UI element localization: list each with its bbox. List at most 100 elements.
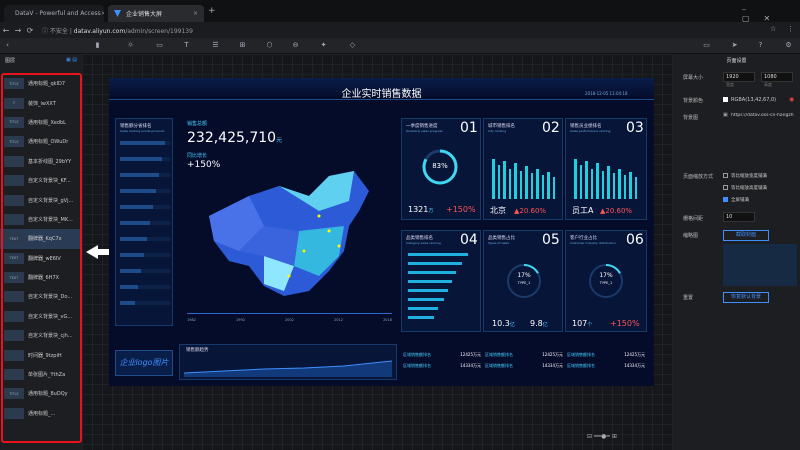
quarter-unit: 万 [428, 208, 434, 214]
reset-bg-button[interactable]: 恢复默认背景 [723, 292, 769, 303]
bar [601, 171, 604, 199]
color-picker-icon[interactable]: ◉ [789, 96, 794, 103]
timeline-label: 2018 [383, 318, 392, 322]
text-icon[interactable]: T [182, 41, 191, 50]
bar [612, 173, 615, 199]
star-icon[interactable]: ☆ [770, 25, 776, 33]
province-row [120, 141, 170, 145]
layer-view-icons[interactable]: ▣ ▤ [66, 57, 77, 63]
share-value-2: 9.8 [530, 319, 543, 328]
region-label: 区域销售额排名 [567, 352, 595, 357]
browser-tab[interactable]: DataV - Powerful and Access × [4, 5, 104, 22]
industry-unit: 个 [587, 322, 593, 328]
minus-circle-icon[interactable]: ⊖ [291, 41, 300, 50]
total-value: 232,425,710元 [187, 130, 282, 146]
industry-value: 107 [572, 319, 588, 328]
wand-icon[interactable]: ✦ [319, 41, 328, 50]
width-input[interactable]: 1920 [723, 72, 755, 82]
cube-icon[interactable]: ⬡ [265, 41, 274, 50]
menu-icon[interactable]: ⋮ [787, 25, 794, 33]
media-icon[interactable]: ▭ [155, 41, 164, 50]
datetime: 2018-12-05 11:04:18 [585, 91, 628, 96]
help-icon[interactable]: ? [756, 41, 765, 50]
back-icon[interactable]: ← [0, 26, 12, 35]
region-row: 区域销售额排名 14334万元 [403, 363, 481, 369]
category-share-card: 品类销售占比 Types of sales 05 17% TYPE_1 10.3… [483, 230, 563, 332]
thumbnail-preview [723, 244, 797, 286]
share-unit-2: 亿 [542, 322, 548, 328]
province-row [120, 157, 170, 161]
reset-label: 重置 [683, 295, 694, 301]
bar [519, 171, 522, 199]
browser-tab-active[interactable]: 企业销售大屏 × [108, 5, 204, 22]
region-label: 区域销售额排名 [403, 352, 431, 357]
scale-checkbox-1[interactable] [723, 173, 728, 178]
bar [590, 169, 593, 199]
trend-card: 销售额趋势 [179, 344, 397, 380]
quarter-value: 1321 [408, 205, 429, 214]
url-path: /admin/screen/199139 [125, 27, 193, 35]
bar [607, 166, 610, 199]
salesperson-growth-value: 20.60% [605, 207, 633, 215]
category-bar [408, 271, 456, 274]
settings-icon[interactable]: ⚙ [784, 41, 793, 50]
region-value: 14334万元 [624, 363, 645, 368]
card-number: 06 [626, 232, 644, 248]
timeline-axis [187, 313, 392, 314]
bottom-rows: 区域销售额排名 12425万元 区域销售额排名 12425万元 区域销售额排名 12425… [403, 352, 648, 376]
card-subtitle: Sales performance ranking [570, 129, 611, 133]
color-swatch[interactable] [723, 97, 728, 102]
bg-image-url[interactable]: https://datav.oss-cn-hangzh [731, 113, 797, 118]
chart-icon[interactable]: ▮ [93, 41, 102, 50]
scale-checkbox-2[interactable] [723, 185, 728, 190]
industry-share-card: 客户行业占比 Customer industry distribution 06… [565, 230, 647, 332]
top-salesperson: 员工A [572, 206, 594, 215]
bar [497, 165, 500, 199]
bg-image-label: 背景图 [683, 115, 699, 121]
card-number: 05 [542, 232, 560, 248]
region-label: 区域销售额排名 [485, 352, 513, 357]
width-caption: 宽度 [726, 82, 734, 87]
share-value-1: 10.3 [492, 319, 510, 328]
new-tab-button[interactable]: + [208, 6, 216, 16]
bar [634, 177, 637, 199]
bar [618, 169, 621, 199]
publish-icon[interactable]: ➤ [730, 41, 739, 50]
window-controls[interactable]: –▢✕ [742, 5, 800, 23]
grid-icon[interactable]: ⊞ [238, 41, 247, 50]
china-map [209, 171, 369, 296]
category-bar [408, 262, 462, 265]
bulb-icon[interactable]: ☼ [126, 41, 135, 50]
forward-icon[interactable]: → [12, 26, 24, 35]
grid-input[interactable]: 10 [723, 212, 755, 222]
preview-icon[interactable]: ▭ [702, 41, 711, 50]
card-subtitle: Customer industry distribution [570, 241, 616, 245]
not-secure-label: 不安全 [49, 27, 68, 35]
url-field[interactable]: ⓘ 不安全 | datav.aliyun.com/admin/screen/19… [42, 26, 193, 35]
panel-title: 页面设置 [726, 58, 747, 64]
gem-icon[interactable]: ◇ [348, 41, 357, 50]
province-row [120, 221, 170, 225]
reload-icon[interactable]: ⟳ [24, 26, 36, 35]
scale-checkbox-3[interactable] [723, 197, 728, 202]
back-icon[interactable]: ‹ [3, 41, 12, 50]
capture-cover-button[interactable]: 截取封面 [723, 230, 769, 241]
region-value: 12425万元 [542, 352, 563, 357]
browser-tab-bar: DataV - Powerful and Access × 企业销售大屏 × +… [0, 0, 800, 23]
total-number: 232,425,710 [187, 130, 277, 146]
zoom-control[interactable]: ⊟ ━━●━ ⊞ [587, 433, 617, 440]
bar [525, 166, 528, 199]
close-tab-icon[interactable]: × [101, 10, 104, 17]
table-icon[interactable]: ☰ [211, 41, 220, 50]
image-icon: ▣ [723, 112, 728, 118]
close-tab-icon[interactable]: × [193, 10, 198, 17]
bg-color-value[interactable]: RGBA(13,42,67,0) [731, 97, 776, 103]
layers-title: 图层 [5, 58, 16, 64]
quarter-progress-card: 一季度销售进度 Quarterly sales progress 01 83% … [401, 118, 481, 220]
salesperson-ranking-card: 销售员业绩排名 Sales performance ranking 03 员工A… [565, 118, 647, 220]
region-label: 区域销售额排名 [485, 363, 513, 368]
height-input[interactable]: 1080 [761, 72, 793, 82]
dashboard-screen[interactable]: 企业实时销售数据 2018-12-05 11:04:18 销售额分省排名 Sal… [109, 78, 654, 386]
bar [596, 163, 599, 199]
share-unit-1: 亿 [509, 322, 515, 328]
